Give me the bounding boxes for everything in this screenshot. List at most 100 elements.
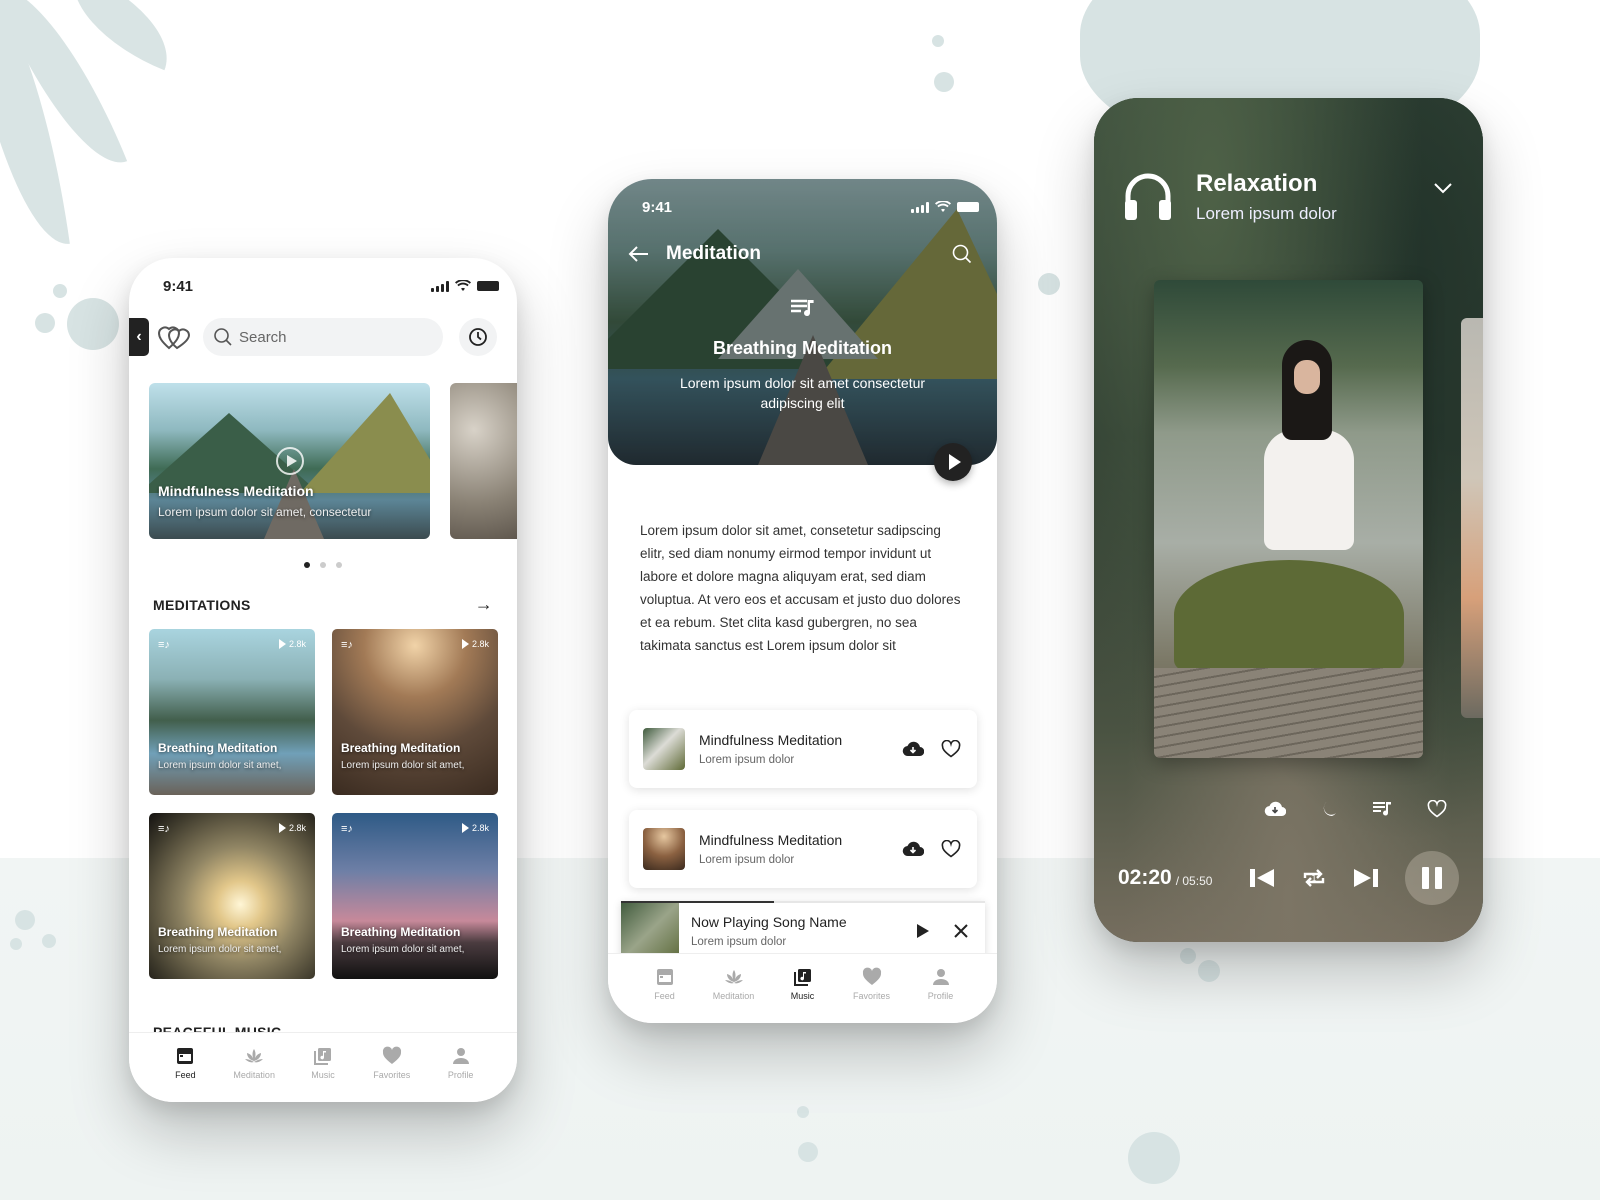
player-screen: Relaxation Lorem ipsum dolor 02:20 / 05:…: [1094, 98, 1483, 942]
playlist-button[interactable]: [1372, 798, 1394, 820]
heart-outline-icon: [941, 740, 961, 758]
nav-item-meditation[interactable]: Meditation: [226, 1033, 282, 1102]
sleep-timer-button[interactable]: [1318, 798, 1340, 820]
arrow-right-icon[interactable]: →: [475, 594, 493, 615]
player-header: Relaxation Lorem ipsum dolor: [1122, 170, 1453, 224]
meditations-section-header: MEDITATIONS →: [153, 594, 493, 615]
play-button[interactable]: [934, 443, 972, 481]
battery-icon: [957, 202, 979, 212]
decorative-bubble: [797, 1106, 809, 1118]
signal-icon: [911, 201, 929, 213]
svg-text:1: 1: [1311, 874, 1316, 883]
nav-item-profile[interactable]: Profile: [913, 954, 969, 1023]
battery-icon: [477, 281, 499, 291]
card-subtitle: Lorem ipsum dolor sit amet,: [158, 944, 282, 955]
track-title: Mindfulness Meditation: [699, 732, 843, 748]
nav-item-feed[interactable]: Feed: [637, 954, 693, 1023]
moon-icon: [1323, 802, 1336, 817]
music-library-icon: [793, 969, 811, 986]
meditation-card[interactable]: ≡♪ 2.8k Breathing Meditation Lorem ipsum…: [332, 629, 498, 795]
nav-item-music[interactable]: Music: [775, 954, 831, 1023]
track-thumbnail: [643, 828, 685, 870]
decorative-bubble: [1128, 1132, 1180, 1184]
pause-button[interactable]: [1405, 851, 1459, 905]
nav-item-music[interactable]: Music: [295, 1033, 351, 1102]
track-subtitle: Lorem ipsum dolor: [699, 754, 795, 766]
carousel-dot[interactable]: [336, 562, 342, 568]
back-arrow-icon[interactable]: [628, 245, 650, 263]
meditation-card[interactable]: ≡♪ 2.8k Breathing Meditation Lorem ipsum…: [332, 813, 498, 979]
screen-title: Meditation: [666, 243, 761, 264]
favorite-button[interactable]: [939, 737, 963, 761]
player-title: Relaxation: [1196, 170, 1318, 197]
playback-progress[interactable]: [621, 901, 985, 903]
search-icon[interactable]: [951, 243, 973, 265]
history-button[interactable]: [459, 318, 497, 356]
heart-outline-icon: [941, 840, 961, 858]
nav-item-meditation[interactable]: Meditation: [706, 954, 762, 1023]
play-count: 2.8k: [288, 823, 306, 833]
featured-card[interactable]: Mindfulness Meditation Lorem ipsum dolor…: [149, 383, 430, 539]
favorite-button[interactable]: [1426, 798, 1448, 820]
featured-card-next[interactable]: [450, 383, 517, 539]
profile-icon: [932, 969, 949, 985]
clock-icon: [469, 328, 487, 346]
download-button[interactable]: [1264, 798, 1286, 820]
mini-play-button[interactable]: [911, 919, 935, 943]
skip-previous-icon[interactable]: [1249, 867, 1275, 889]
meditation-card[interactable]: ≡♪ 2.8k Breathing Meditation Lorem ipsum…: [149, 629, 315, 795]
hero-info: Breathing Meditation Lorem ipsum dolor s…: [608, 297, 997, 413]
play-count: 2.8k: [471, 823, 489, 833]
play-icon: [276, 447, 304, 475]
nav-item-favorites[interactable]: Favorites: [364, 1033, 420, 1102]
close-button[interactable]: [949, 919, 973, 943]
cloud-download-icon: [902, 841, 924, 857]
favorite-button[interactable]: [939, 837, 963, 861]
decorative-bubble: [1180, 948, 1196, 964]
next-artwork-peek[interactable]: [1461, 318, 1483, 718]
chevron-down-icon[interactable]: [1433, 182, 1453, 194]
search-icon: [214, 328, 232, 346]
card-subtitle: Lorem ipsum dolor sit amet,: [158, 760, 282, 771]
current-time: 02:20: [1118, 866, 1172, 889]
decorative-bubble: [15, 910, 35, 930]
track-item[interactable]: Mindfulness Meditation Lorem ipsum dolor: [629, 810, 977, 888]
featured-card-title: Mindfulness Meditation: [158, 483, 314, 499]
music-library-icon: [313, 1048, 331, 1065]
search-input[interactable]: [239, 328, 419, 346]
now-playing-bar[interactable]: Now Playing Song Name Lorem ipsum dolor: [621, 901, 985, 961]
decorative-bubble: [798, 1142, 818, 1162]
carousel-dot[interactable]: [320, 562, 326, 568]
meditation-card[interactable]: ≡♪ 2.8k Breathing Meditation Lorem ipsum…: [149, 813, 315, 979]
nav-item-feed[interactable]: Feed: [157, 1033, 213, 1102]
featured-card-subtitle: Lorem ipsum dolor sit amet, consectetur: [158, 505, 372, 519]
carousel-dot[interactable]: [304, 562, 310, 568]
heart-icon: [382, 1046, 401, 1064]
signal-icon: [431, 280, 449, 292]
decorative-bubble: [932, 35, 944, 47]
decorative-bubble: [1198, 960, 1220, 982]
now-playing-thumbnail: [621, 901, 679, 961]
profile-icon: [452, 1048, 469, 1064]
track-item[interactable]: Mindfulness Meditation Lorem ipsum dolor: [629, 710, 977, 788]
feed-header: ‹: [129, 318, 517, 358]
nav-item-favorites[interactable]: Favorites: [844, 954, 900, 1023]
player-actions: [1264, 798, 1448, 820]
repeat-one-icon[interactable]: 1: [1301, 866, 1327, 890]
decorative-bubble: [1038, 273, 1060, 295]
download-button[interactable]: [901, 737, 925, 761]
carousel-dots: [129, 562, 517, 568]
track-title: Mindfulness Meditation: [699, 832, 843, 848]
search-field[interactable]: [203, 318, 443, 356]
play-icon: [461, 823, 469, 833]
skip-next-icon[interactable]: [1353, 867, 1379, 889]
collapse-tab-button[interactable]: ‹: [129, 318, 149, 356]
now-playing-subtitle: Lorem ipsum dolor: [691, 936, 787, 948]
play-icon: [278, 823, 286, 833]
chevron-left-icon: ‹: [136, 328, 142, 345]
nav-item-profile[interactable]: Profile: [433, 1033, 489, 1102]
play-icon: [917, 924, 929, 938]
heart-outline-icon: [1427, 800, 1447, 818]
playlist-icon: [790, 299, 814, 317]
download-button[interactable]: [901, 837, 925, 861]
